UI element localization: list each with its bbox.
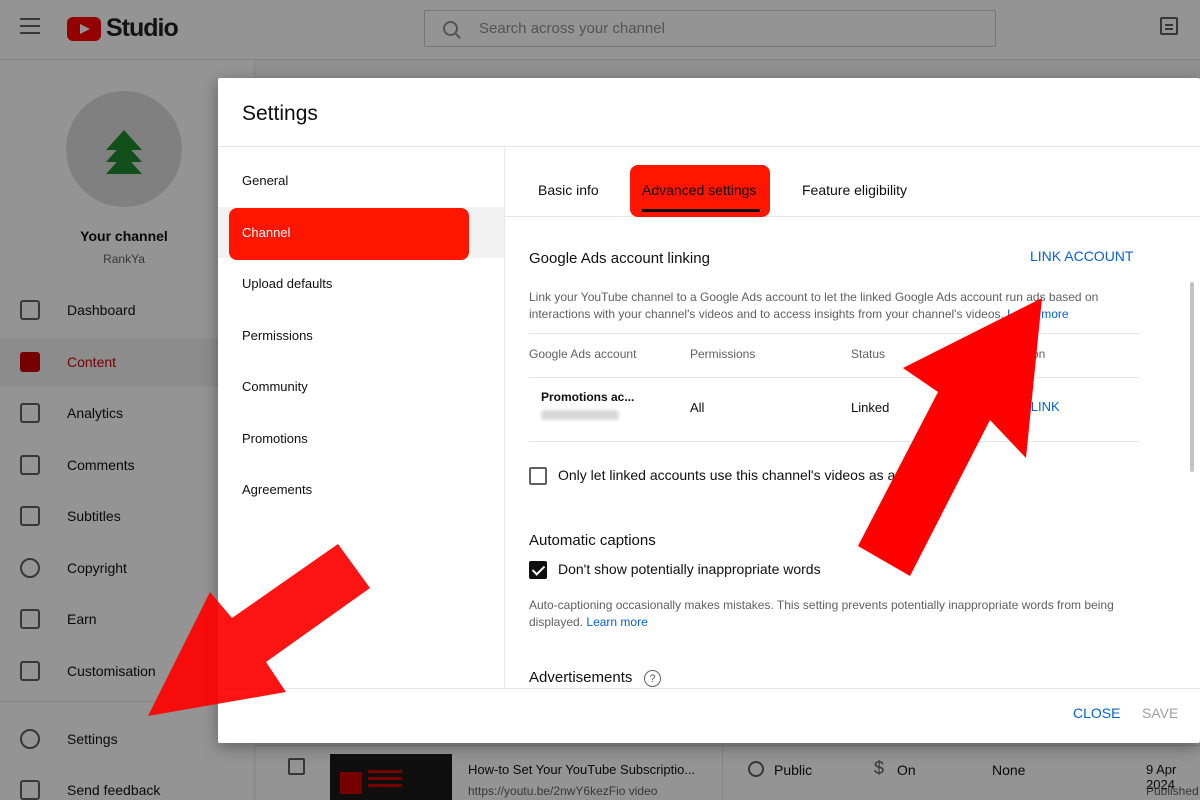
checkbox-label[interactable]: Only let linked accounts use this channe… — [558, 467, 910, 483]
checkbox-label[interactable]: Don't show potentially inappropriate wor… — [558, 561, 821, 577]
learn-more-link[interactable]: Learn more — [1007, 307, 1068, 321]
column-header: Google Ads account — [529, 347, 637, 361]
settings-nav-agreements[interactable]: Agreements — [218, 464, 504, 515]
active-tab-indicator — [642, 209, 760, 212]
settings-nav-upload-defaults[interactable]: Upload defaults — [218, 258, 504, 309]
permissions-value: All — [690, 400, 705, 415]
close-button[interactable]: CLOSE — [1073, 705, 1120, 721]
ads-account-id-redacted — [541, 410, 619, 420]
ads-section-title: Google Ads account linking — [529, 250, 710, 267]
table-divider — [529, 441, 1140, 442]
table-divider — [529, 333, 1140, 334]
settings-nav-permissions[interactable]: Permissions — [218, 310, 504, 361]
settings-nav-label: Upload defaults — [242, 276, 333, 291]
column-header: Permissions — [690, 347, 756, 361]
settings-nav-channel[interactable]: Channel — [218, 207, 504, 260]
settings-nav-community[interactable]: Community — [218, 361, 504, 412]
settings-nav-label: Channel — [242, 225, 291, 240]
divider — [218, 688, 1200, 689]
settings-nav: General Channel Upload defaults Permissi… — [218, 147, 505, 688]
tab-basic-info[interactable]: Basic info — [538, 182, 599, 198]
settings-nav-general[interactable]: General — [218, 155, 504, 206]
settings-nav-promotions[interactable]: Promotions — [218, 413, 504, 464]
settings-nav-label: Promotions — [242, 431, 308, 446]
scrollbar[interactable] — [1190, 282, 1194, 472]
settings-nav-label: Permissions — [242, 328, 313, 343]
ads-account-name: Promotions ac... — [541, 390, 635, 404]
help-icon[interactable]: ? — [644, 670, 661, 687]
link-account-button[interactable]: LINK ACCOUNT — [1030, 248, 1133, 264]
tab-bar: Basic info Advanced settings Feature eli… — [505, 147, 1200, 217]
tab-feature-eligibility[interactable]: Feature eligibility — [802, 182, 907, 198]
ads-description: Link your YouTube channel to a Google Ad… — [529, 289, 1139, 323]
settings-nav-label: Agreements — [242, 482, 313, 497]
inappropriate-words-checkbox[interactable] — [529, 561, 547, 579]
settings-nav-label: Community — [242, 379, 308, 394]
learn-more-link[interactable]: Learn more — [586, 615, 647, 629]
captions-section-title: Automatic captions — [529, 532, 656, 549]
table-divider — [529, 377, 1140, 378]
column-header: Action — [1012, 347, 1046, 361]
settings-nav-label: General — [242, 173, 289, 188]
linked-accounts-only-checkbox[interactable] — [529, 467, 547, 485]
tab-advanced-settings[interactable]: Advanced settings — [642, 182, 756, 198]
advertisements-section-title: Advertisements — [529, 669, 633, 686]
column-header: Status — [851, 347, 886, 361]
dialog-title: Settings — [242, 102, 318, 125]
settings-dialog: Settings General Channel Upload defaults… — [218, 78, 1200, 743]
status-value: Linked — [851, 400, 890, 415]
settings-content: Basic info Advanced settings Feature eli… — [505, 147, 1200, 688]
save-button[interactable]: SAVE — [1142, 705, 1178, 721]
captions-description: Auto-captioning occasionally makes mista… — [529, 597, 1139, 631]
unlink-button[interactable]: UNLINK — [1012, 399, 1060, 414]
